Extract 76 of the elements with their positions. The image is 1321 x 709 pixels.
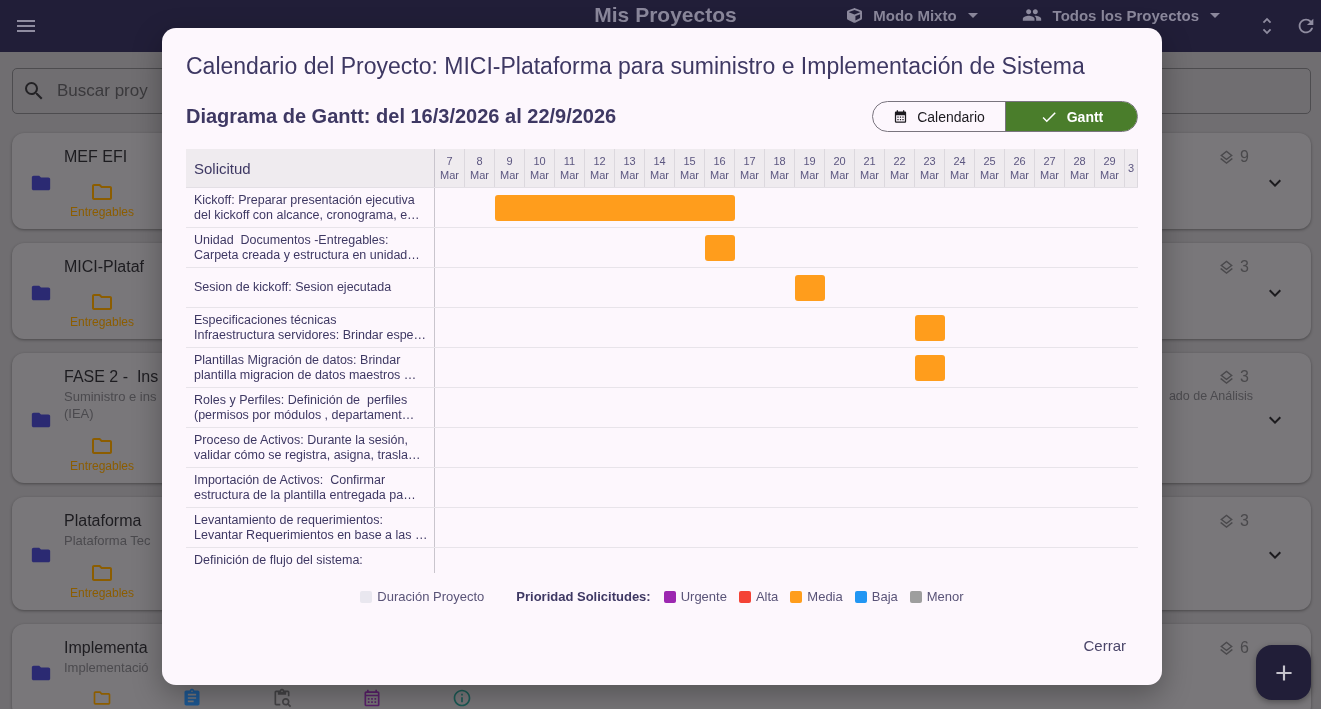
project-title: Plataforma xyxy=(64,511,142,531)
gantt-bar[interactable] xyxy=(915,354,945,381)
legend-label: Menor xyxy=(926,589,964,605)
date-header: 20 Mar xyxy=(825,149,855,187)
layers-icon xyxy=(1218,258,1236,276)
dropdown-button[interactable]: Todos los Proyectos xyxy=(1021,4,1220,26)
dropdown-button[interactable]: Modo Mixto xyxy=(847,4,978,26)
folder-icon[interactable] xyxy=(92,688,112,708)
view-toggle-button[interactable]: Calendario xyxy=(873,102,1005,131)
date-header: 27 Mar xyxy=(1035,149,1065,187)
caret-icon xyxy=(1210,12,1220,18)
date-header: 25 Mar xyxy=(975,149,1005,187)
task-label[interactable]: Plantillas Migración de datos: Brindar plantilla migracion de datos maestros … xyxy=(186,348,435,387)
add-button[interactable] xyxy=(1256,645,1311,700)
task-label[interactable]: Unidad Documentos -Entregables: Carpeta creada y estructura en unidad… xyxy=(186,228,435,267)
legend-label: Urgente xyxy=(680,589,727,605)
task-label[interactable]: Kickoff: Preparar presentación ejecutiva del kickoff con alcance, cronograma, e… xyxy=(186,188,435,227)
caret-icon xyxy=(967,12,978,18)
gantt-bar[interactable] xyxy=(915,314,945,341)
close-button[interactable]: Cerrar xyxy=(1071,627,1138,663)
clipboard-search-icon[interactable] xyxy=(272,688,292,708)
column-header: Solicitud xyxy=(186,149,435,187)
date-header: 14 Mar xyxy=(645,149,675,187)
task-label[interactable]: Definición de flujo del sistema: xyxy=(186,548,435,573)
date-header: 12 Mar xyxy=(585,149,615,187)
gantt-bar[interactable] xyxy=(495,194,525,221)
date-header: 29 Mar xyxy=(1095,149,1125,187)
layers-icon xyxy=(1218,512,1236,530)
date-header: 23 Mar xyxy=(915,149,945,187)
layers-icon xyxy=(1218,148,1236,166)
task-label[interactable]: Importación de Activos: Confirmar estructura de la plantilla entregada pa… xyxy=(186,468,435,507)
date-header: 22 Mar xyxy=(885,149,915,187)
gantt-bar[interactable] xyxy=(705,234,735,261)
dialog-title: Calendario del Proyecto: MICI-Plataforma para suministro e Implementación de Sistema xyxy=(186,53,1085,79)
date-header: 8 Mar xyxy=(465,149,495,187)
date-header: 16 Mar xyxy=(705,149,735,187)
date-header: 13 Mar xyxy=(615,149,645,187)
task-label[interactable]: Levantamiento de requerimientos: Levantar Requerimientos en base a las … xyxy=(186,508,435,547)
date-header: 9 Mar xyxy=(495,149,525,187)
date-header: 18 Mar xyxy=(765,149,795,187)
date-header: 26 Mar xyxy=(1005,149,1035,187)
legend-label: Media xyxy=(807,589,843,605)
task-label[interactable]: Roles y Perfiles: Definición de perfiles (permisos por módulos , departament… xyxy=(186,388,435,427)
gantt-bar[interactable] xyxy=(795,274,825,301)
project-title: MICI-Plataf xyxy=(64,257,144,277)
task-label[interactable]: Especificaciones técnicas Infraestructura servidores: Brindar espe… xyxy=(186,308,435,347)
date-header: 24 Mar xyxy=(945,149,975,187)
date-header: 15 Mar xyxy=(675,149,705,187)
date-header: 11 Mar xyxy=(555,149,585,187)
legend-title: Prioridad Solicitudes: xyxy=(516,589,651,605)
task-label[interactable]: Proceso de Activos: Durante la sesión, validar cómo se registra, asigna, trasla… xyxy=(186,428,435,467)
date-header: 19 Mar xyxy=(795,149,825,187)
clipboard-icon[interactable] xyxy=(182,688,202,708)
calendar-icon xyxy=(893,109,909,124)
date-header: 17 Mar xyxy=(735,149,765,187)
legend-label: Alta xyxy=(755,589,779,605)
view-toggle-button[interactable]: Gantt xyxy=(1005,102,1137,131)
project-title: MEF EFI xyxy=(64,147,128,167)
legend-label: Baja xyxy=(871,589,898,605)
gantt-range-title: Diagrama de Gantt: del 16/3/2026 al 22/9/2026 xyxy=(186,105,617,128)
legend-label: Duración Proyecto xyxy=(377,589,485,605)
date-header: 7 Mar xyxy=(435,149,465,187)
project-title: FASE 2 - Ins xyxy=(64,367,159,387)
date-header: 28 Mar xyxy=(1065,149,1095,187)
date-header: 3 xyxy=(1125,149,1138,187)
task-label[interactable]: Sesion de kickoff: Sesion ejecutada xyxy=(186,268,435,307)
layers-icon xyxy=(1218,368,1236,386)
gantt-bar[interactable] xyxy=(705,194,735,221)
layers-icon xyxy=(1218,639,1236,657)
info-icon[interactable] xyxy=(452,688,472,708)
date-header: 10 Mar xyxy=(525,149,555,187)
cube-icon xyxy=(847,7,863,23)
app-title: Mis Proyectos xyxy=(594,4,737,26)
project-title: Implementa xyxy=(64,638,148,658)
date-header: 21 Mar xyxy=(855,149,885,187)
calendar-icon[interactable] xyxy=(362,688,382,708)
